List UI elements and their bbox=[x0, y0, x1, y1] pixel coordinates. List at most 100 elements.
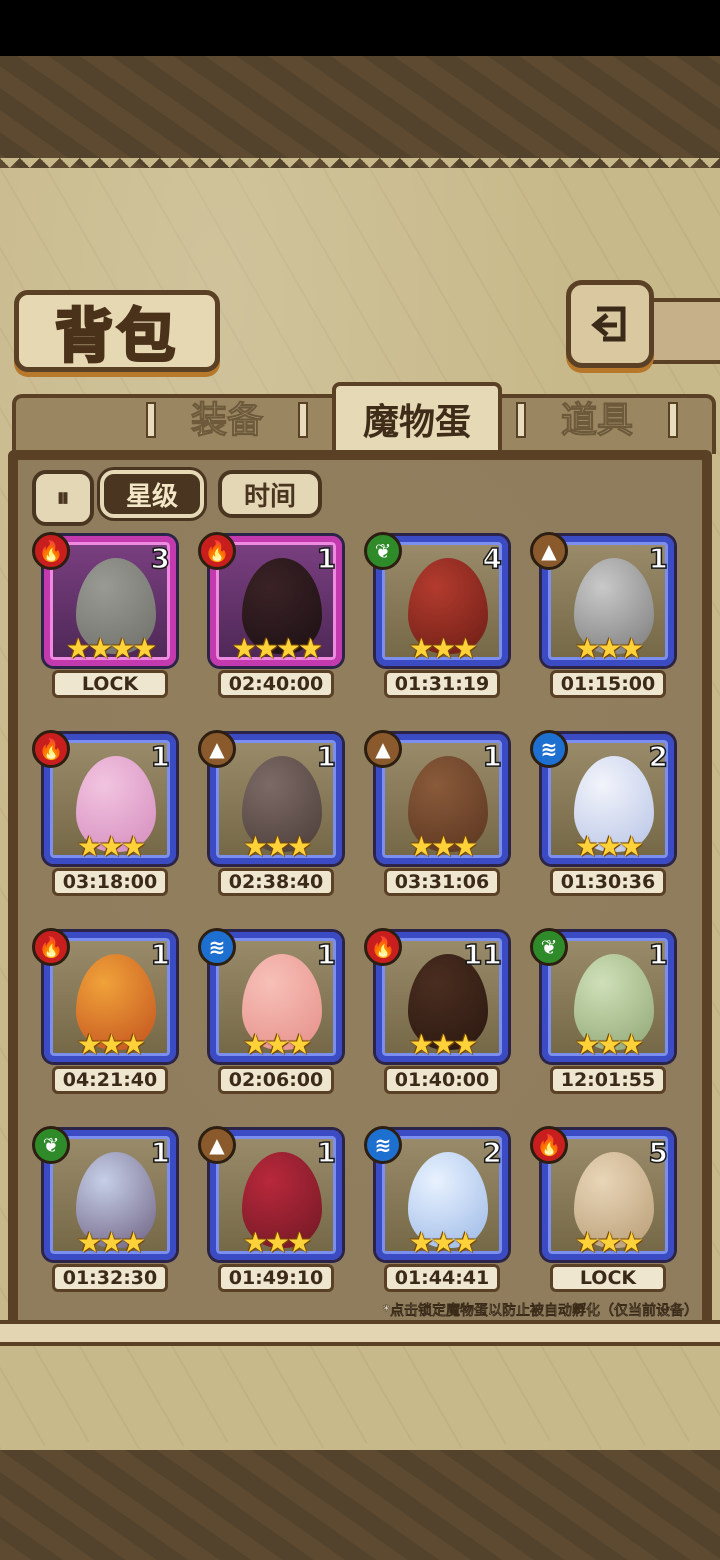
sort-by-star-button[interactable]: 星级 bbox=[100, 470, 204, 518]
element-fire-icon: 🔥 bbox=[530, 1126, 568, 1164]
back-button[interactable] bbox=[566, 280, 654, 368]
egg-stars: ★★★ bbox=[76, 830, 146, 863]
element-fire-icon: 🔥 bbox=[32, 532, 70, 570]
egg-card[interactable]: ▲ 1 ★★★ 02:38:40 bbox=[198, 730, 346, 900]
egg-card[interactable]: ≋ 1 ★★★ 02:06:00 bbox=[198, 928, 346, 1098]
egg-count: 1 bbox=[482, 739, 503, 774]
element-earth-icon: ▲ bbox=[364, 730, 402, 768]
element-water-icon: ≋ bbox=[530, 730, 568, 768]
element-leaf-icon: ❦ bbox=[364, 532, 402, 570]
egg-count: 1 bbox=[316, 739, 337, 774]
egg-timer[interactable]: 03:18:00 bbox=[52, 868, 168, 896]
egg-card[interactable]: 🔥 11 ★★★ 01:40:00 bbox=[364, 928, 512, 1098]
egg-count: 1 bbox=[316, 1135, 337, 1170]
element-fire-icon: 🔥 bbox=[32, 730, 70, 768]
element-water-icon: ≋ bbox=[198, 928, 236, 966]
egg-count: 3 bbox=[150, 541, 171, 576]
egg-timer[interactable]: 02:40:00 bbox=[218, 670, 334, 698]
egg-stars: ★★★★ bbox=[65, 632, 157, 665]
lock-hint-footnote: *点击锁定魔物蛋以防止被自动孵化（仅当前设备） bbox=[382, 1303, 698, 1319]
egg-count: 1 bbox=[150, 937, 171, 972]
element-fire-icon: 🔥 bbox=[32, 928, 70, 966]
egg-timer[interactable]: 01:40:00 bbox=[384, 1066, 500, 1094]
tab-divider bbox=[668, 402, 678, 438]
egg-timer[interactable]: LOCK bbox=[52, 670, 168, 698]
egg-card[interactable]: ▲ 1 ★★★ 03:31:06 bbox=[364, 730, 512, 900]
egg-count: 1 bbox=[150, 739, 171, 774]
egg-stars: ★★★ bbox=[574, 1226, 644, 1259]
egg-card[interactable]: ❦ 4 ★★★ 01:31:19 bbox=[364, 532, 512, 702]
background-map-bottom bbox=[0, 1440, 720, 1560]
egg-timer[interactable]: 01:31:19 bbox=[384, 670, 500, 698]
egg-card[interactable]: ❦ 1 ★★★ 01:32:30 bbox=[32, 1126, 180, 1296]
egg-timer[interactable]: 01:49:10 bbox=[218, 1264, 334, 1292]
egg-card[interactable]: ≋ 2 ★★★ 01:44:41 bbox=[364, 1126, 512, 1296]
egg-timer[interactable]: 01:15:00 bbox=[550, 670, 666, 698]
egg-stars: ★★★ bbox=[76, 1028, 146, 1061]
tab-monster-egg[interactable]: 魔物蛋 bbox=[332, 382, 502, 452]
egg-timer[interactable]: 04:21:40 bbox=[52, 1066, 168, 1094]
egg-card[interactable]: 🔥 1 ★★★★ 02:40:00 bbox=[198, 532, 346, 702]
egg-stars: ★★★ bbox=[408, 632, 478, 665]
back-arrow-icon bbox=[591, 306, 626, 342]
egg-card[interactable]: 🔥 3 ★★★★ LOCK bbox=[32, 532, 180, 702]
egg-card[interactable]: 🔥 5 ★★★ LOCK bbox=[530, 1126, 678, 1296]
panel-bottom-bar bbox=[0, 1320, 720, 1346]
egg-card[interactable]: ▲ 1 ★★★ 01:15:00 bbox=[530, 532, 678, 702]
egg-stars: ★★★★ bbox=[231, 632, 323, 665]
egg-stars: ★★★ bbox=[242, 830, 312, 863]
tab-items[interactable]: 道具 bbox=[512, 388, 682, 446]
egg-card[interactable]: ▲ 1 ★★★ 01:49:10 bbox=[198, 1126, 346, 1296]
egg-card[interactable]: ❦ 1 ★★★ 12:01:55 bbox=[530, 928, 678, 1098]
tab-divider bbox=[298, 402, 308, 438]
egg-timer[interactable]: 01:30:36 bbox=[550, 868, 666, 896]
egg-stars: ★★★ bbox=[408, 1226, 478, 1259]
tab-divider bbox=[516, 402, 526, 438]
egg-stars: ★★★ bbox=[76, 1226, 146, 1259]
egg-count: 1 bbox=[316, 937, 337, 972]
torn-edge-bottom bbox=[0, 1430, 720, 1450]
egg-stars: ★★★ bbox=[574, 830, 644, 863]
egg-timer[interactable]: 01:44:41 bbox=[384, 1264, 500, 1292]
tab-label: 道具 bbox=[560, 399, 633, 442]
egg-stars: ★★★ bbox=[408, 1028, 478, 1061]
egg-stars: ★★★ bbox=[574, 632, 644, 665]
category-tabs: 装备 魔物蛋 道具 bbox=[12, 382, 716, 454]
status-bar bbox=[0, 0, 720, 56]
page-title-box: 背包 bbox=[14, 290, 220, 372]
tab-label: 魔物蛋 bbox=[362, 401, 471, 443]
egg-stars: ★★★ bbox=[242, 1028, 312, 1061]
egg-count: 1 bbox=[648, 937, 669, 972]
egg-count: 1 bbox=[316, 541, 337, 576]
element-leaf-icon: ❦ bbox=[530, 928, 568, 966]
egg-card[interactable]: 🔥 1 ★★★ 04:21:40 bbox=[32, 928, 180, 1098]
egg-timer[interactable]: 12:01:55 bbox=[550, 1066, 666, 1094]
egg-timer[interactable]: 02:06:00 bbox=[218, 1066, 334, 1094]
sort-label: 星级 bbox=[125, 481, 178, 512]
egg-card[interactable]: 🔥 1 ★★★ 03:18:00 bbox=[32, 730, 180, 900]
element-earth-icon: ▲ bbox=[530, 532, 568, 570]
egg-count: 1 bbox=[648, 541, 669, 576]
sort-order-toggle[interactable]: ⏸ bbox=[32, 470, 94, 526]
element-water-icon: ≋ bbox=[364, 1126, 402, 1164]
egg-count: 11 bbox=[462, 937, 502, 972]
egg-timer[interactable]: 01:32:30 bbox=[52, 1264, 168, 1292]
element-fire-icon: 🔥 bbox=[364, 928, 402, 966]
tab-label: 装备 bbox=[190, 399, 263, 442]
egg-count: 5 bbox=[648, 1135, 669, 1170]
egg-timer[interactable]: 03:31:06 bbox=[384, 868, 500, 896]
sort-by-time-button[interactable]: 时间 bbox=[218, 470, 322, 518]
element-earth-icon: ▲ bbox=[198, 730, 236, 768]
egg-count: 4 bbox=[482, 541, 503, 576]
egg-timer[interactable]: LOCK bbox=[550, 1264, 666, 1292]
egg-card[interactable]: ≋ 2 ★★★ 01:30:36 bbox=[530, 730, 678, 900]
egg-timer[interactable]: 02:38:40 bbox=[218, 868, 334, 896]
sort-order-icon: ⏸ bbox=[56, 482, 70, 513]
tab-equipment[interactable]: 装备 bbox=[142, 388, 312, 446]
element-fire-icon: 🔥 bbox=[198, 532, 236, 570]
egg-stars: ★★★ bbox=[574, 1028, 644, 1061]
sort-label: 时间 bbox=[243, 481, 296, 512]
egg-stars: ★★★ bbox=[408, 830, 478, 863]
page-title: 背包 bbox=[53, 301, 179, 372]
egg-count: 2 bbox=[482, 1135, 503, 1170]
